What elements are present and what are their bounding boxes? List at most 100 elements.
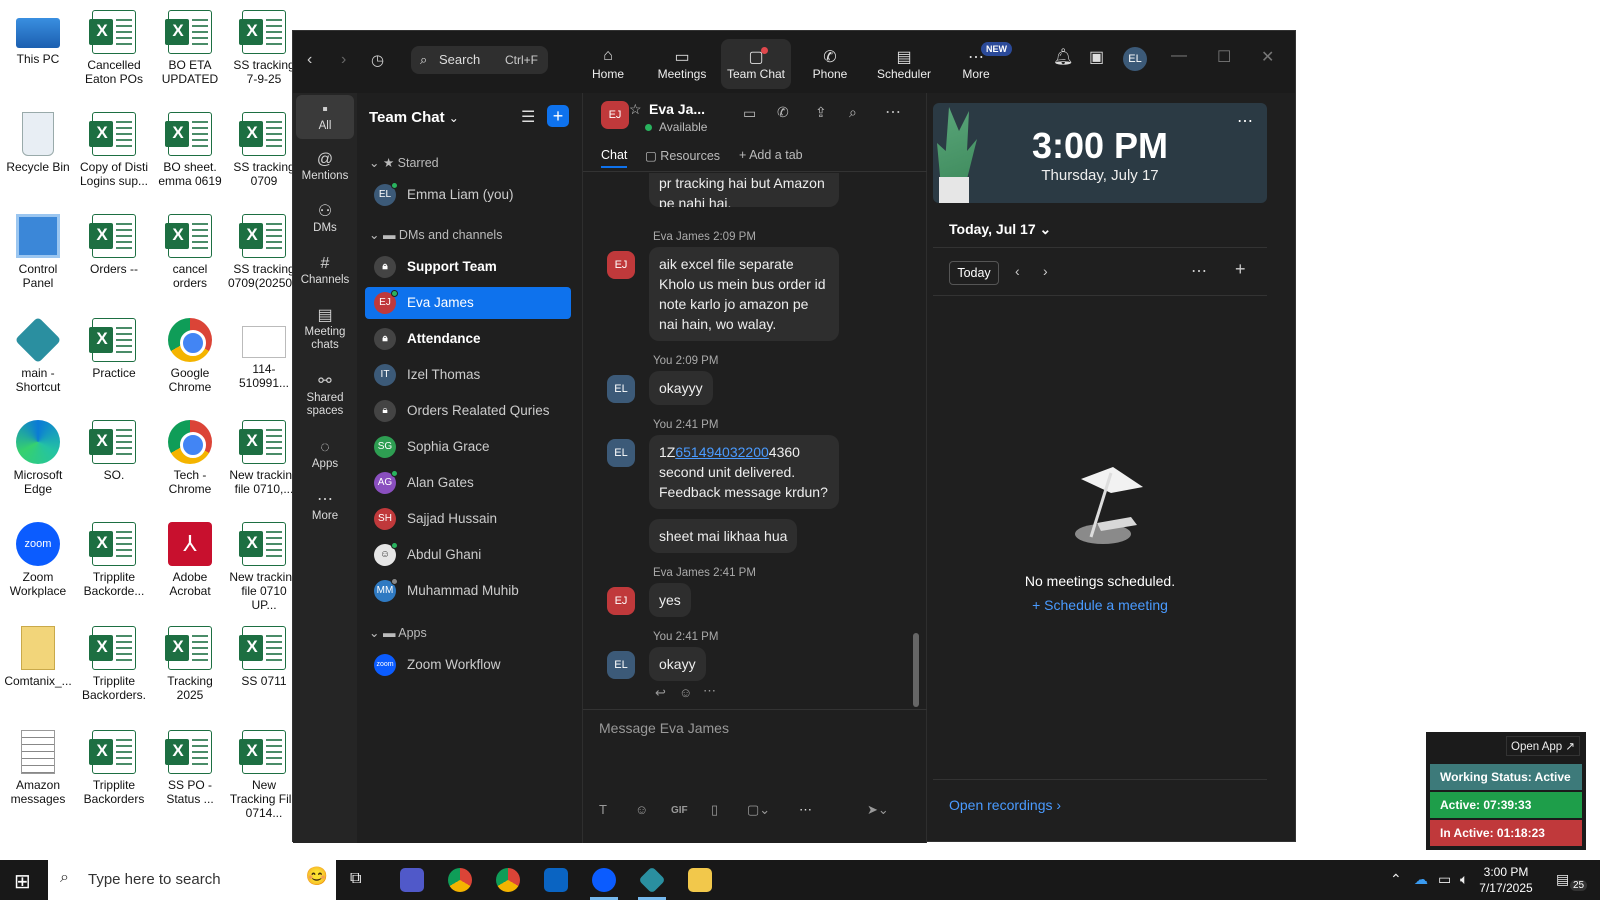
volume-icon[interactable]: 🔈︎ bbox=[1460, 871, 1468, 888]
tab-resources[interactable]: ▢ Resources bbox=[645, 148, 720, 163]
emoji-reaction-icon[interactable]: ☺ bbox=[679, 685, 692, 700]
rail-dms[interactable]: ⚇ DMs bbox=[296, 204, 354, 235]
more-options-icon[interactable]: ⋯ bbox=[885, 102, 901, 122]
taskbar-clock[interactable]: 3:00 PM 7/17/2025 bbox=[1474, 864, 1538, 896]
message-bubble[interactable]: pr tracking hai but Amazon pe nahi hai. bbox=[649, 173, 839, 207]
today-button[interactable]: Today bbox=[949, 261, 999, 285]
desktop-icon-excel[interactable]: Tripplite Backorders. bbox=[78, 626, 150, 702]
desktop-icon-excel[interactable]: Tripplite Backorde... bbox=[78, 522, 150, 598]
message-composer[interactable]: Message Eva James T ☺ GIF ▯ ▢⌄ ⋯ ➤⌄ bbox=[583, 709, 927, 843]
section-apps[interactable]: ⌄ ▬ Apps bbox=[369, 625, 427, 640]
nav-team-chat[interactable]: ▢ Team Chat bbox=[721, 39, 791, 89]
message-bubble[interactable]: 1Z6514940322004360 second unit delivered… bbox=[649, 435, 839, 509]
desktop-icon-chrome[interactable]: Google Chrome bbox=[154, 318, 226, 394]
desktop-icon-excel[interactable]: SS PO - Status ... bbox=[154, 730, 226, 806]
tracking-link[interactable]: 651494032200 bbox=[675, 444, 768, 460]
open-app-button[interactable]: Open App ↗ bbox=[1506, 736, 1580, 756]
file-icon[interactable]: ▯ bbox=[711, 802, 718, 818]
rail-channels[interactable]: # Channels bbox=[296, 256, 354, 287]
share-screen-icon[interactable]: ⇪ bbox=[815, 104, 827, 121]
list-item-channel[interactable]: 🔒︎ Support Team bbox=[365, 251, 571, 283]
list-item-dm[interactable]: IT Izel Thomas bbox=[365, 359, 571, 391]
tab-chat[interactable]: Chat bbox=[601, 148, 628, 168]
rail-all[interactable]: ▪ All bbox=[296, 95, 354, 139]
more-options-icon[interactable]: ⋯ bbox=[799, 802, 812, 818]
schedule-meeting-link[interactable]: + Schedule a meeting bbox=[933, 597, 1267, 613]
send-icon[interactable]: ➤⌄ bbox=[867, 802, 889, 818]
chrome-icon[interactable] bbox=[496, 868, 520, 892]
rail-apps[interactable]: ◌ Apps bbox=[296, 440, 354, 471]
screenshot-icon[interactable]: ▢⌄ bbox=[747, 802, 770, 818]
notification-icon[interactable]: ▤ bbox=[1556, 871, 1569, 888]
desktop-icon-excel[interactable]: New tracking file 0710 UP... bbox=[228, 522, 300, 612]
desktop-icon-control-panel[interactable]: Control Panel bbox=[2, 214, 74, 290]
tab-add[interactable]: + Add a tab bbox=[739, 148, 803, 162]
chrome-icon[interactable] bbox=[448, 868, 472, 892]
list-item-dm[interactable]: SG Sophia Grace bbox=[365, 431, 571, 463]
bell-icon[interactable]: 🔔︎ bbox=[1053, 47, 1073, 67]
list-item-dm[interactable]: AG Alan Gates bbox=[365, 467, 571, 499]
desktop-icon-excel[interactable]: Cancelled Eaton POs bbox=[78, 10, 150, 86]
message-bubble[interactable]: aik excel file separate Kholo us mein bu… bbox=[649, 247, 839, 341]
section-starred[interactable]: ⌄ ★ Starred bbox=[369, 155, 439, 170]
avatar[interactable]: EL bbox=[1123, 47, 1147, 71]
more-options-icon[interactable]: ⋯ bbox=[703, 683, 716, 699]
chevron-right-icon[interactable]: › bbox=[1043, 263, 1048, 279]
minimize-icon[interactable]: — bbox=[1171, 47, 1187, 65]
list-item-app[interactable]: zoom Zoom Workflow bbox=[365, 649, 571, 681]
list-item-dm[interactable]: MM Muhammad Muhib bbox=[365, 575, 571, 607]
back-icon[interactable]: ‹ bbox=[307, 51, 312, 69]
desktop-icon-excel[interactable]: New Tracking File 0714... bbox=[228, 730, 300, 820]
windows-start-icon[interactable]: ⊞ bbox=[14, 869, 31, 894]
message-bubble[interactable]: yes bbox=[649, 583, 691, 617]
desktop-icon-comtanix[interactable]: Comtanix_... bbox=[2, 626, 74, 688]
desktop-icon-this-pc[interactable]: This PC bbox=[2, 10, 74, 66]
filter-icon[interactable]: ☰ bbox=[521, 107, 535, 127]
desktop-icon-excel[interactable]: Practice bbox=[78, 318, 150, 380]
desktop-icon-excel[interactable]: BO ETA UPDATED bbox=[154, 10, 226, 86]
nav-scheduler[interactable]: ▤ Scheduler bbox=[869, 39, 939, 89]
taskbar-search-input[interactable]: ⌕ Type here to search 😊 bbox=[48, 860, 336, 900]
desktop-icon-excel[interactable]: SS tracking 7-9-25 bbox=[228, 10, 300, 86]
desktop-icon-image-file[interactable]: 114-510991... bbox=[228, 318, 300, 390]
list-item-channel[interactable]: 🔒︎ Orders Realated Quries bbox=[365, 395, 571, 427]
more-options-icon[interactable]: ⋯ bbox=[1191, 261, 1207, 281]
chat-list-title[interactable]: Team Chat ⌄ bbox=[369, 109, 459, 126]
conversation-name[interactable]: Eva Ja... bbox=[649, 101, 705, 117]
file-explorer-icon[interactable] bbox=[688, 868, 712, 892]
rail-mentions[interactable]: @ Mentions bbox=[296, 152, 354, 183]
desktop-icon-excel[interactable]: SO. bbox=[78, 420, 150, 482]
maximize-icon[interactable]: ☐ bbox=[1217, 47, 1231, 67]
list-item-dm[interactable]: SH Sajjad Hussain bbox=[365, 503, 571, 535]
desktop-icon-excel[interactable]: SS tracking 0709 bbox=[228, 112, 300, 188]
chevron-up-icon[interactable]: ⌃ bbox=[1390, 871, 1402, 888]
list-item-channel[interactable]: 🔒︎ Attendance bbox=[365, 323, 571, 355]
search-input[interactable]: ⌕ Search Ctrl+F bbox=[411, 46, 548, 74]
forward-icon[interactable]: › bbox=[341, 51, 346, 69]
more-options-icon[interactable]: ⋯ bbox=[1237, 111, 1253, 131]
outlook-icon[interactable] bbox=[544, 868, 568, 892]
desktop-icon-zoom[interactable]: zoom Zoom Workplace bbox=[2, 522, 74, 598]
message-bubble[interactable]: okayyy bbox=[649, 371, 713, 405]
teams-icon[interactable] bbox=[400, 868, 424, 892]
rail-more[interactable]: ⋯ More bbox=[296, 492, 354, 523]
desktop-icon-excel[interactable]: Tracking 2025 bbox=[154, 626, 226, 702]
desktop-icon-excel[interactable]: SS 0711 bbox=[228, 626, 300, 688]
desktop-icon-main-shortcut[interactable]: main - Shortcut bbox=[2, 316, 74, 394]
nav-meetings[interactable]: ▭ Meetings bbox=[647, 39, 717, 89]
reply-icon[interactable]: ↩ bbox=[655, 685, 666, 701]
desktop-icon-excel[interactable]: Copy of Disti Logins sup... bbox=[78, 112, 150, 188]
desktop-icon-acrobat[interactable]: ⅄ Adobe Acrobat bbox=[154, 522, 226, 598]
app-icon[interactable] bbox=[638, 866, 666, 894]
rail-shared-spaces[interactable]: ⚯ Shared spaces bbox=[296, 374, 354, 418]
scrollbar[interactable] bbox=[913, 633, 919, 707]
desktop-icon-excel[interactable]: BO sheet. emma 0619 bbox=[154, 112, 226, 188]
history-icon[interactable]: ◷ bbox=[371, 51, 384, 69]
new-chat-button[interactable]: + bbox=[547, 105, 569, 127]
task-view-icon[interactable]: ⧉ bbox=[350, 870, 361, 888]
desktop-icon-excel[interactable]: New tracking file 0710,... bbox=[228, 420, 300, 496]
desktop-icon-excel[interactable]: Orders -- bbox=[78, 214, 150, 276]
gif-button[interactable]: GIF bbox=[671, 805, 688, 816]
chevron-left-icon[interactable]: ‹ bbox=[1015, 263, 1020, 279]
section-dms-channels[interactable]: ⌄ ▬ DMs and channels bbox=[369, 227, 502, 242]
